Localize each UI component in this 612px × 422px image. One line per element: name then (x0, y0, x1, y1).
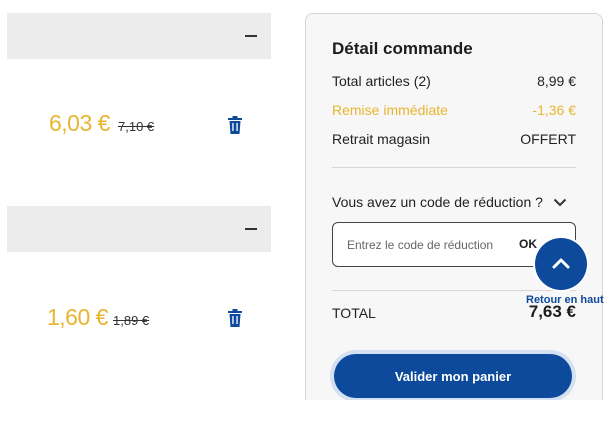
discount-label: Remise immédiate (332, 102, 448, 118)
chevron-up-icon (552, 258, 570, 269)
pickup-row: Retrait magasin OFFERT (332, 131, 576, 147)
chevron-down-icon (553, 198, 567, 206)
promo-code-input[interactable] (347, 235, 497, 255)
total-items-label: Total articles (2) (332, 73, 431, 89)
summary-title: Détail commande (332, 39, 473, 58)
back-to-top-button[interactable] (535, 238, 587, 290)
pickup-value: OFFERT (520, 131, 576, 147)
minus-icon[interactable] (245, 35, 257, 37)
back-to-top-label[interactable]: Retour en haut (526, 294, 604, 306)
total-items-row: Total articles (2) 8,99 € (332, 73, 576, 89)
discount-row: Remise immédiate -1,36 € (332, 102, 576, 118)
cart-item-1-price-row: 6,03 € 7,10 € (0, 108, 280, 148)
total-label: TOTAL (332, 305, 376, 321)
discount-value: -1,36 € (532, 102, 576, 118)
item-price-old: 1,89 € (113, 313, 150, 328)
item-price-current: 6,03 € (49, 110, 110, 136)
validate-cart-button[interactable]: Valider mon panier (334, 354, 572, 398)
order-summary-panel: Détail commande Total articles (2) 8,99 … (305, 13, 603, 422)
item-price-old: 7,10 € (118, 119, 155, 134)
cart-item-2-header (7, 206, 271, 252)
page-bottom-area (0, 400, 612, 422)
divider (332, 167, 576, 168)
cart-item-2-price-row: 1,60 € 1,89 € (0, 302, 280, 342)
promo-ok-button[interactable]: OK (519, 237, 537, 251)
item-price-current: 1,60 € (47, 304, 108, 330)
cart-item-1-header (7, 13, 271, 59)
promo-code-toggle[interactable]: Vous avez un code de réduction ? (332, 194, 567, 210)
trash-icon[interactable] (228, 116, 242, 134)
total-items-value: 8,99 € (537, 73, 576, 89)
minus-icon[interactable] (245, 228, 257, 230)
pickup-label: Retrait magasin (332, 131, 431, 147)
trash-icon[interactable] (228, 309, 242, 327)
divider (332, 290, 576, 291)
promo-question: Vous avez un code de réduction ? (332, 194, 543, 210)
